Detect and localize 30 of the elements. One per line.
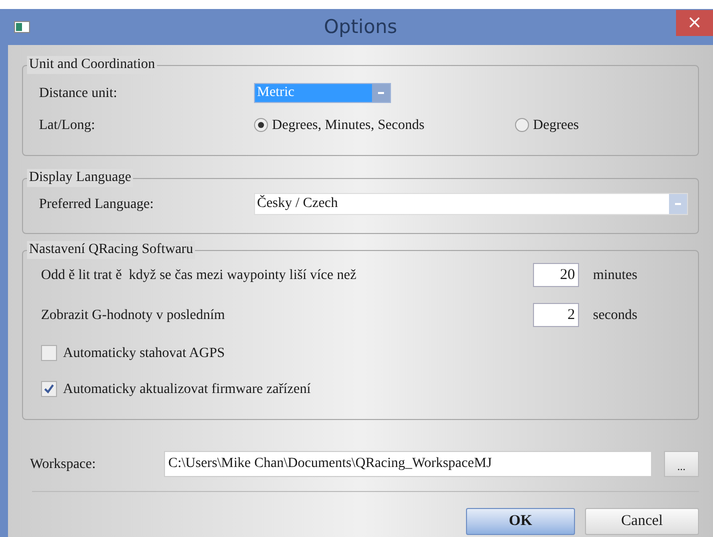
field-label: Distance unit: <box>39 84 118 102</box>
dialog-button[interactable]: Cancel <box>585 508 699 535</box>
radio-option[interactable]: Degrees <box>515 114 579 136</box>
unit-label: seconds <box>593 306 638 324</box>
checkbox[interactable] <box>41 381 57 397</box>
dialog-button[interactable]: OK <box>466 508 575 535</box>
radio-button[interactable] <box>515 118 529 132</box>
radio-button[interactable] <box>254 118 268 132</box>
checkbox-option[interactable]: Automaticky stahovat AGPS <box>41 343 698 363</box>
setting-label: Odd ě lit trat ě když se čas mezi waypointy liší více než <box>41 266 358 284</box>
group-title: Display Language <box>27 169 134 187</box>
selected-value: Metric <box>255 84 372 102</box>
group-title: Nastavení QRacing Softwaru <box>27 241 196 259</box>
workspace-path-field[interactable]: C:\Users\Mike Chan\Documents\QRacing_WorkspaceMJ <box>164 451 652 477</box>
language-dropdown[interactable]: Česky / Czech <box>254 193 688 215</box>
field-label: Lat/Long: <box>39 116 96 134</box>
number-field[interactable]: 20 <box>533 263 579 287</box>
number-field[interactable]: 2 <box>533 303 579 327</box>
app-icon <box>14 21 30 33</box>
window-title: Options <box>324 14 398 40</box>
field-label: Preferred Language: <box>39 196 155 214</box>
group-title: Unit and Coordination <box>27 56 157 74</box>
close-button[interactable]: × <box>676 10 713 36</box>
checkbox[interactable] <box>41 345 57 361</box>
radio-option[interactable]: Degrees, Minutes, Seconds <box>254 114 515 136</box>
checkbox-option[interactable]: Automaticky aktualizovat firmware zařízení <box>41 379 698 399</box>
setting-label: Zobrazit G-hodnoty v posledním <box>41 306 226 324</box>
unit-label: minutes <box>593 266 638 284</box>
browse-button[interactable]: ... <box>664 451 699 477</box>
field-label: Workspace: <box>30 456 97 474</box>
